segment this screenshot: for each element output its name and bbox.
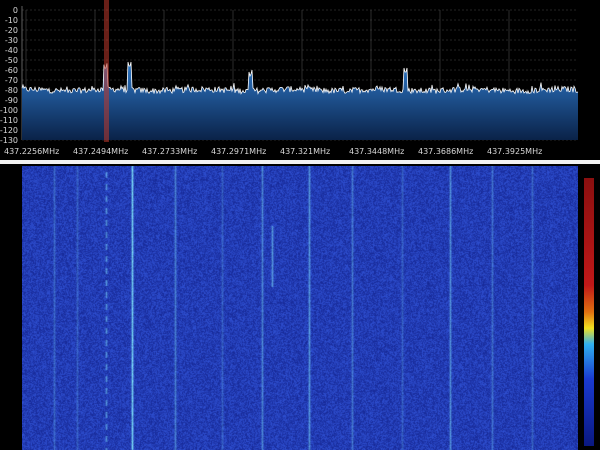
waterfall-colorbar — [584, 178, 594, 446]
freq-tick-label: 437.2971MHz — [211, 147, 266, 156]
freq-tick-label: 437.3925MHz — [487, 147, 542, 156]
db-tick-label: -50 — [5, 56, 18, 65]
db-tick-label: -120 — [0, 126, 18, 135]
db-tick-label: -90 — [5, 96, 18, 105]
frequency-marker[interactable] — [104, 0, 109, 142]
db-tick-label: -60 — [5, 66, 18, 75]
waterfall-display[interactable] — [22, 166, 578, 450]
db-tick-label: -110 — [0, 116, 18, 125]
spectrum-plot[interactable]: 0-10-20-30-40-50-60-70-80-90-100-110-120… — [0, 0, 600, 160]
db-tick-label: -100 — [0, 106, 18, 115]
freq-tick-label: 437.3686MHz — [418, 147, 473, 156]
db-tick-label: -70 — [5, 76, 18, 85]
db-axis: 0-10-20-30-40-50-60-70-80-90-100-110-120… — [0, 6, 18, 145]
db-tick-label: -80 — [5, 86, 18, 95]
freq-tick-label: 437.2733MHz — [142, 147, 197, 156]
db-tick-label: -40 — [5, 46, 18, 55]
db-tick-label: -10 — [5, 16, 18, 25]
freq-tick-label: 437.2494MHz — [73, 147, 128, 156]
db-tick-label: 0 — [13, 6, 18, 15]
waterfall-panel[interactable] — [0, 164, 600, 450]
freq-tick-label: 437.2256MHz — [4, 147, 59, 156]
db-tick-label: -30 — [5, 36, 18, 45]
spectrum-panel[interactable]: 0 -10 -20 -30 -40 -50 -60 -70 -80 -90 -100 -110 -120… — [0, 0, 600, 160]
db-tick-label: -130 — [0, 136, 18, 145]
freq-tick-label: 437.321MHz — [280, 147, 330, 156]
db-tick-label: -20 — [5, 26, 18, 35]
freq-tick-label: 437.3448MHz — [349, 147, 404, 156]
frequency-axis: 437.2256MHz 437.2494MHz 437.2733MHz 437.297… — [4, 147, 542, 156]
